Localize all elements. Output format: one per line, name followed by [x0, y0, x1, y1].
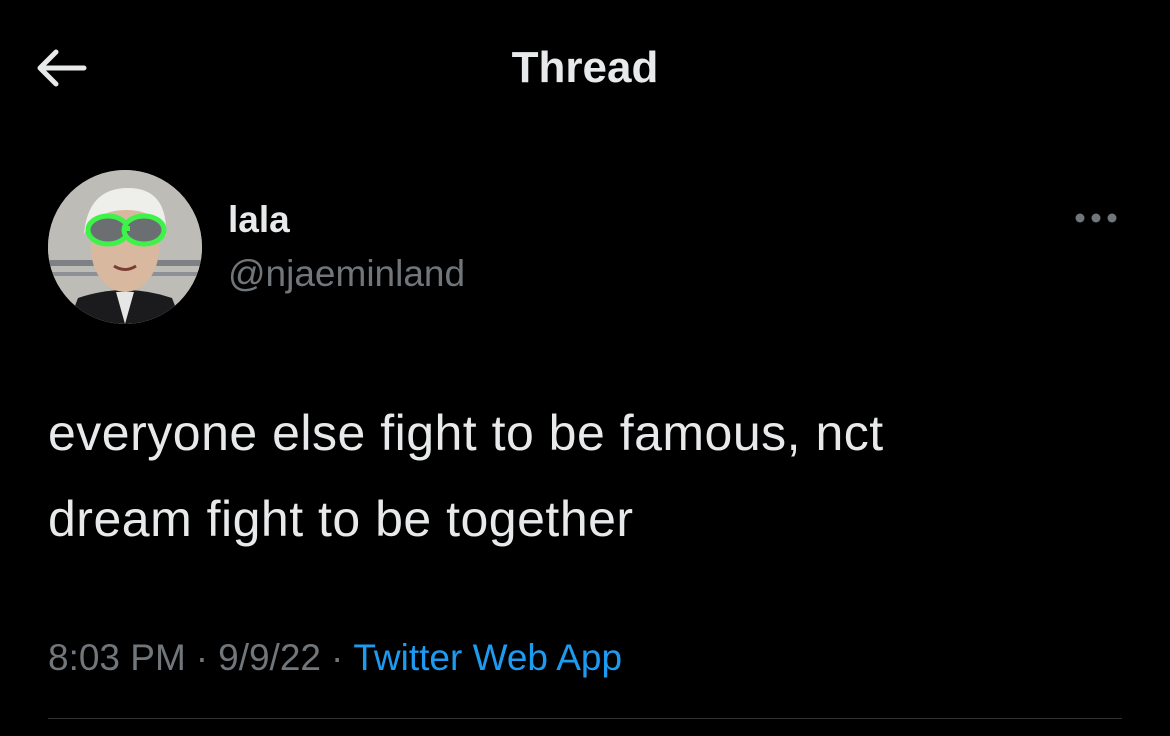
meta-separator: ·	[195, 637, 209, 678]
tweet-meta: 8:03 PM · 9/9/22 · Twitter Web App	[48, 630, 622, 686]
tweet-time[interactable]: 8:03 PM	[48, 637, 186, 678]
top-bar: Thread	[0, 0, 1170, 140]
meta-separator: ·	[331, 637, 344, 678]
divider	[48, 718, 1122, 719]
page-title: Thread	[511, 43, 659, 92]
avatar[interactable]	[48, 170, 202, 324]
avatar-photo	[48, 170, 202, 324]
more-options-button[interactable]	[1068, 200, 1124, 236]
tweet-date[interactable]: 9/9/22	[218, 637, 321, 678]
author-handle[interactable]: @njaeminland	[228, 250, 465, 298]
tweet-text-line: everyone else fight to be famous, nct	[48, 405, 884, 461]
more-horizontal-icon	[1075, 213, 1117, 223]
tweet-text: everyone else fight to be famous, nct dr…	[48, 390, 1128, 562]
tweet-source-link[interactable]: Twitter Web App	[353, 637, 622, 678]
author-name[interactable]: lala	[228, 196, 290, 244]
tweet-text-line: dream fight to be together	[48, 491, 634, 547]
